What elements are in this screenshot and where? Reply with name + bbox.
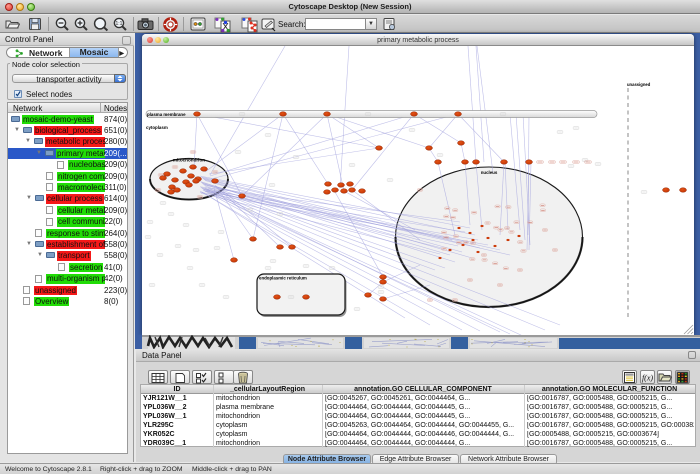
svg-text:endoplasmic reticulum: endoplasmic reticulum xyxy=(259,276,307,281)
svg-text:unassigned: unassigned xyxy=(627,82,651,87)
svg-text:1:1: 1:1 xyxy=(116,21,123,27)
svg-text:cytoplasm: cytoplasm xyxy=(146,125,168,130)
svg-text:nucleus: nucleus xyxy=(481,170,498,175)
svg-text:f(x): f(x) xyxy=(642,374,653,383)
svg-text:mitochondrion: mitochondrion xyxy=(173,158,205,163)
svg-text:plasma membrane: plasma membrane xyxy=(147,112,186,117)
